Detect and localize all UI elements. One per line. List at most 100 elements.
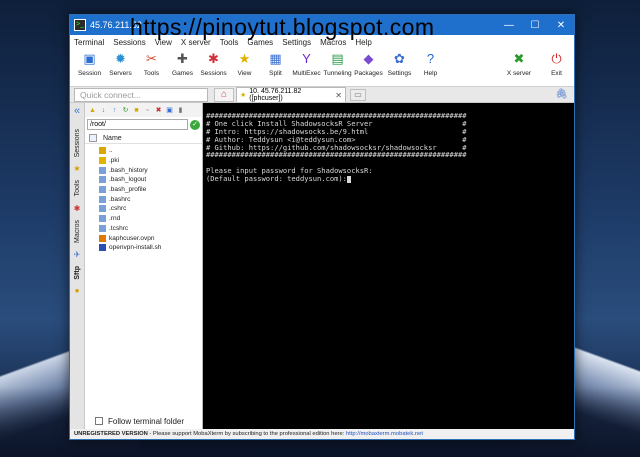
info-icon[interactable]: ▮ [176, 106, 185, 115]
file-row[interactable]: .bash_logout [99, 175, 202, 185]
session-button[interactable]: ▣ Session [74, 49, 105, 77]
tab-label: 10. 45.76.211.82 ([phcuser]) [249, 88, 302, 102]
new-folder-icon[interactable]: ■ [132, 106, 141, 115]
tunneling-button[interactable]: ▤ Tunneling [322, 49, 353, 77]
delete-icon[interactable]: ✖ [154, 106, 163, 115]
settings-icon: ✿ [394, 51, 405, 66]
packages-icon: ◆ [363, 51, 374, 66]
file-row[interactable]: .pki [99, 156, 202, 166]
file-name: .cshrc [109, 205, 127, 213]
file-row[interactable]: .tcshrc [99, 224, 202, 234]
view-icon: ★ [238, 51, 251, 66]
close-window-button[interactable]: ✕ [548, 20, 574, 31]
file-name: .. [109, 147, 113, 155]
name-column-header[interactable]: Name [103, 135, 122, 142]
file-icon [99, 205, 106, 213]
file-row[interactable]: .rnd [99, 214, 202, 224]
tab-macros[interactable]: Macros [74, 216, 81, 247]
file-name: .bash_logout [109, 176, 147, 184]
download-icon[interactable]: ↓ [99, 106, 108, 115]
file-row[interactable]: .bashrc [99, 194, 202, 204]
sftp-globe-icon: ● [74, 286, 80, 296]
ovpn-icon [99, 234, 106, 242]
select-all-checkbox[interactable] [89, 134, 97, 142]
sessions-icon: ✱ [208, 51, 219, 66]
upload-icon[interactable]: ↑ [110, 106, 119, 115]
mobatek-link[interactable]: http://mobaxterm.mobatek.net [346, 431, 423, 437]
home-icon: ⌂ [220, 88, 228, 100]
unregistered-label: UNREGISTERED VERSION [74, 431, 148, 437]
games-button[interactable]: ✚ Games [167, 49, 198, 77]
tab-sessions[interactable]: Sessions [74, 125, 81, 161]
file-row[interactable]: .cshrc [99, 204, 202, 214]
toolbar-label: Packages [354, 70, 383, 77]
folder-up-icon[interactable]: ▲ [88, 106, 97, 115]
follow-terminal-checkbox[interactable] [95, 417, 103, 425]
tab-sftp[interactable]: Sftp [74, 262, 81, 284]
path-ok-icon[interactable]: ✓ [190, 119, 200, 130]
multiexec-button[interactable]: Y MultiExec [291, 49, 322, 77]
view-button[interactable]: ★ View [229, 49, 260, 77]
toolbar-label: MultiExec [292, 70, 321, 77]
home-tab[interactable]: ⌂ [214, 87, 234, 102]
toolbar-label: Games [172, 70, 193, 77]
sftp-path-input[interactable]: /root/ [87, 119, 188, 130]
toolbar-label: Sessions [200, 70, 227, 77]
packages-button[interactable]: ◆ Packages [353, 49, 384, 77]
collapse-sidebar-icon[interactable]: « [74, 105, 80, 117]
split-button[interactable]: ▦ Split [260, 49, 291, 77]
session-icon: ▣ [83, 51, 96, 66]
file-name: .pki [109, 157, 120, 165]
macros-icon: ✈ [73, 249, 81, 259]
file-name: .bash_history [109, 166, 148, 174]
new-file-icon[interactable]: ▫ [143, 106, 152, 115]
servers-button[interactable]: ✹ Servers [105, 49, 136, 77]
path-row: /root/ ✓ [85, 118, 202, 131]
refresh-icon[interactable]: ↻ [121, 106, 130, 115]
terminal-line: ########################################… [206, 150, 467, 160]
sessions-button[interactable]: ✱ Sessions [198, 49, 229, 77]
file-row[interactable]: kaphcuser.ovpn [99, 233, 202, 243]
tools-button[interactable]: ✂ Tools [136, 49, 167, 77]
file-list-header: Name [85, 133, 202, 144]
properties-icon[interactable]: ▣ [165, 106, 174, 115]
x-server-button[interactable]: ✖ X server [497, 49, 541, 77]
menu-terminal[interactable]: Terminal [74, 38, 104, 47]
file-name: .tcshrc [109, 224, 129, 232]
close-tab-icon[interactable]: ✕ [335, 91, 342, 100]
file-row[interactable]: .bash_history [99, 165, 202, 175]
attach-icon[interactable]: 🖇 [555, 89, 568, 100]
sftp-panel: ▲ ↓ ↑ ↻ ■ ▫ ✖ ▣ ▮ /root/ ✓ Name .. .pki .b… [85, 103, 203, 429]
file-icon [99, 176, 106, 184]
toolbar-label: Tunneling [323, 70, 352, 77]
terminal-line: (Default password: teddysun.com): [206, 175, 574, 183]
file-row[interactable]: .. [99, 146, 202, 156]
settings-button[interactable]: ✿ Settings [384, 49, 415, 77]
tab-row: Quick connect... ⌂ ★ 10. 45.76.211.82 ([… [70, 87, 574, 103]
toolbar-label: Session [77, 70, 102, 77]
side-tab-bar: « Sessions ★ Tools ✱ Macros ✈ Sftp ● [70, 103, 85, 429]
quick-connect-input[interactable]: Quick connect... [74, 87, 208, 102]
terminal-output[interactable]: ########################################… [203, 103, 574, 429]
toolbar-label: Exit [551, 70, 562, 77]
tab-tools[interactable]: Tools [74, 176, 81, 200]
follow-terminal-row[interactable]: Follow terminal folder [85, 413, 202, 429]
help-icon: ? [426, 51, 435, 66]
file-icon [99, 186, 106, 194]
split-icon: ▦ [269, 51, 282, 66]
maximize-button[interactable]: ☐ [522, 20, 548, 31]
file-name: openvpn-install.sh [109, 244, 162, 252]
file-icon [99, 215, 106, 223]
x-server-icon: ✖ [513, 51, 525, 66]
help-button[interactable]: ? Help [415, 49, 446, 77]
status-message: - Please support MobaXterm by subscribin… [147, 431, 346, 437]
tab-terminal-session[interactable]: ★ 10. 45.76.211.82 ([phcuser]) ✕ [236, 87, 346, 102]
sessions-star-icon: ★ [73, 164, 81, 174]
terminal-app-icon: >_ [74, 19, 86, 31]
exit-button[interactable]: ⏻ Exit [541, 49, 572, 77]
file-row[interactable]: openvpn-install.sh [99, 243, 202, 253]
star-icon: ★ [240, 92, 247, 99]
file-row[interactable]: .bash_profile [99, 185, 202, 195]
minimize-button[interactable]: — [496, 20, 522, 31]
new-tab-button[interactable]: ▭ [350, 88, 366, 101]
